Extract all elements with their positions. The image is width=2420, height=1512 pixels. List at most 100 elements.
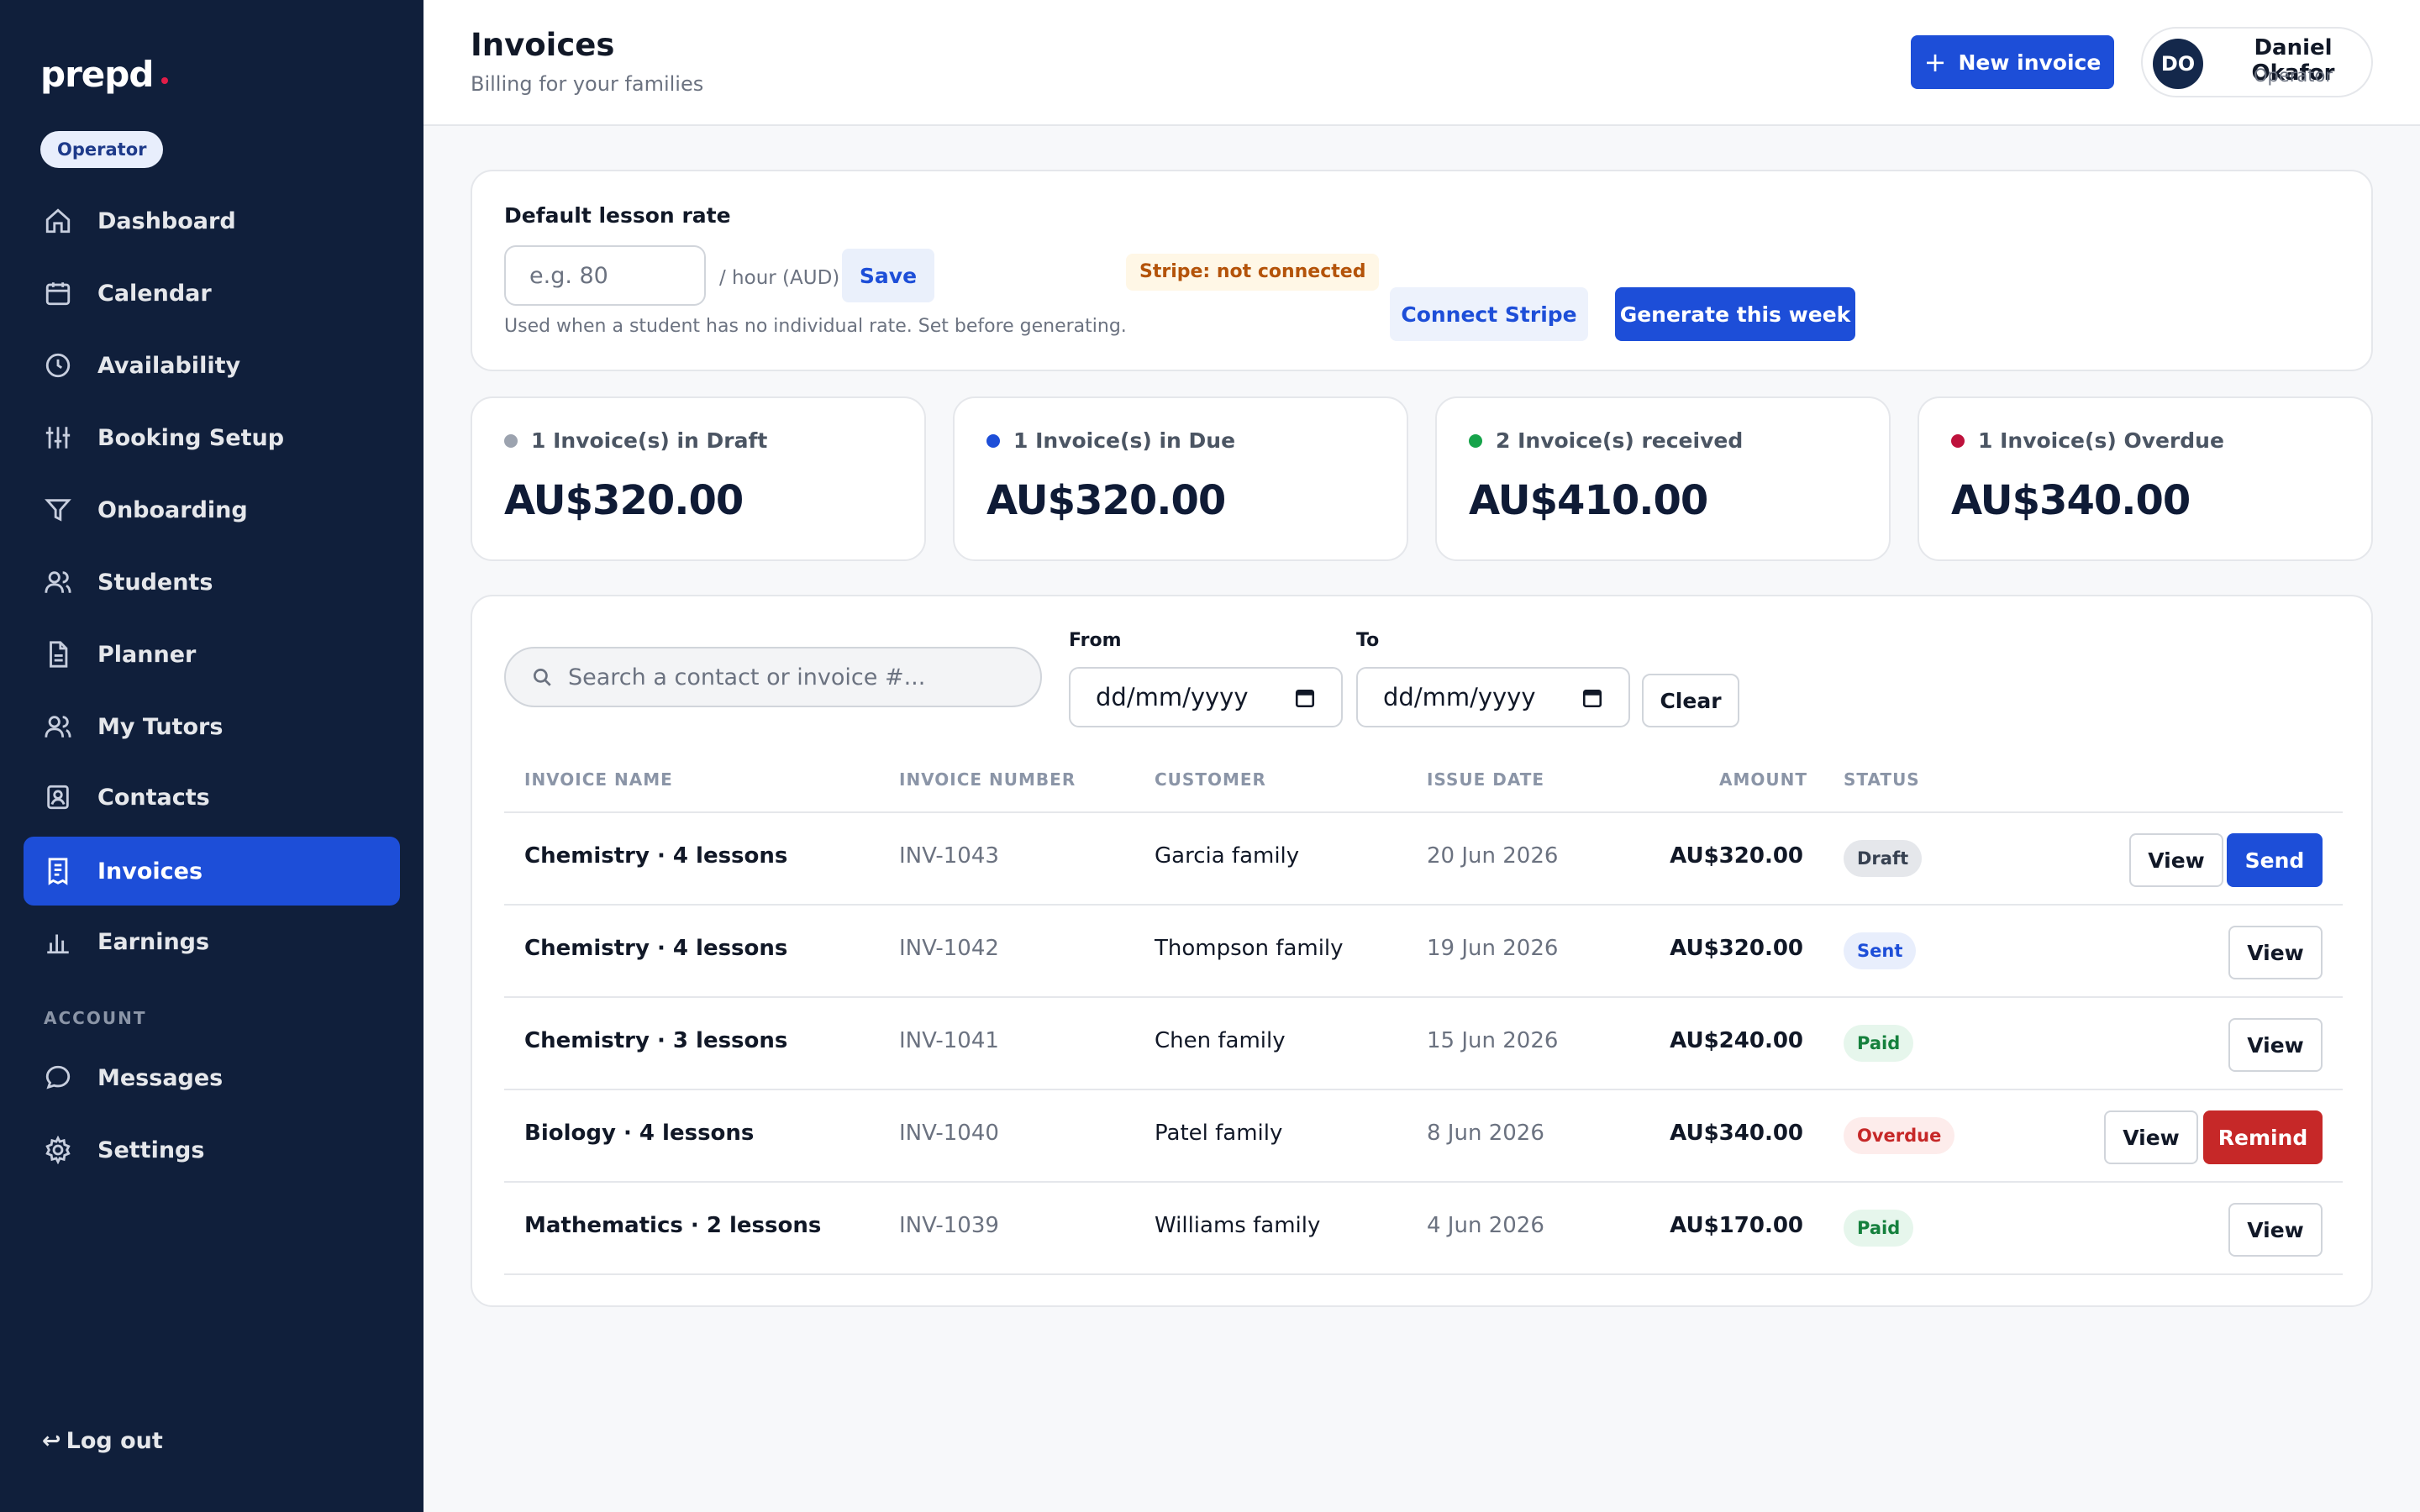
sidebar-item-booking-setup[interactable]: Booking Setup: [24, 403, 400, 472]
contact-card-icon: [44, 783, 72, 811]
sidebar-item-label: Dashboard: [97, 207, 236, 234]
sidebar-item-my-tutors[interactable]: My Tutors: [24, 692, 400, 761]
stat-label-text: 1 Invoice(s) in Due: [1013, 428, 1236, 453]
customer: Thompson family: [1155, 936, 1344, 961]
sidebar-item-invoices[interactable]: Invoices: [24, 837, 400, 906]
stat-amount: AU$340.00: [1951, 477, 2191, 524]
remind-button[interactable]: Remind: [2203, 1110, 2323, 1164]
sidebar-item-messages[interactable]: Messages: [24, 1043, 400, 1112]
status-dot: [504, 433, 518, 448]
stat-amount: AU$320.00: [986, 477, 1226, 524]
view-button[interactable]: View: [2228, 1018, 2323, 1072]
connect-stripe-button[interactable]: Connect Stripe: [1390, 287, 1588, 341]
invoice-number: INV-1042: [899, 936, 999, 961]
divider: [504, 996, 2343, 998]
sidebar-item-dashboard[interactable]: Dashboard: [24, 186, 400, 255]
amount: AU$320.00: [1670, 936, 1803, 961]
sidebar-item-label: Settings: [97, 1137, 205, 1163]
to-label: To: [1356, 630, 1380, 651]
generate-week-button[interactable]: Generate this week: [1615, 287, 1855, 341]
save-rate-button[interactable]: Save: [842, 249, 934, 302]
search-box[interactable]: [504, 647, 1042, 707]
clear-filters-button[interactable]: Clear: [1642, 674, 1739, 727]
sidebar-item-availability[interactable]: Availability: [24, 331, 400, 400]
send-button[interactable]: Send: [2227, 833, 2323, 887]
rate-input[interactable]: [504, 245, 706, 306]
sidebar-item-label: Availability: [97, 352, 241, 379]
customer: Garcia family: [1155, 843, 1300, 869]
issue-date: 15 Jun 2026: [1427, 1028, 1559, 1053]
sidebar-item-onboarding[interactable]: Onboarding: [24, 475, 400, 544]
stat-label-text: 2 Invoice(s) received: [1496, 428, 1744, 453]
logout-button[interactable]: ↩ Log out: [42, 1428, 163, 1454]
message-icon: [44, 1063, 72, 1092]
from-date-value: dd/mm/yyyy: [1096, 683, 1249, 711]
sidebar-item-calendar[interactable]: Calendar: [24, 259, 400, 328]
stat-card-overdue: 1 Invoice(s) Overdue AU$340.00: [1918, 396, 2373, 561]
invoice-number: INV-1039: [899, 1213, 999, 1238]
role-badge: Operator: [40, 131, 164, 168]
sidebar-item-planner[interactable]: Planner: [24, 620, 400, 689]
stat-label: 1 Invoice(s) Overdue: [1951, 428, 2224, 453]
column-header-status: STATUS: [1844, 769, 1920, 790]
avatar: DO: [2153, 39, 2203, 89]
rate-title: Default lesson rate: [504, 203, 731, 228]
to-date-input[interactable]: dd/mm/yyyy: [1356, 667, 1630, 727]
sidebar-item-contacts[interactable]: Contacts: [24, 763, 400, 832]
logout-arrow-icon: ↩: [42, 1428, 61, 1454]
issue-date: 19 Jun 2026: [1427, 936, 1559, 961]
sidebar-item-label: Earnings: [97, 928, 210, 955]
logout-label: Log out: [66, 1428, 163, 1454]
invoice-name: Mathematics · 2 lessons: [524, 1213, 822, 1238]
customer: Patel family: [1155, 1121, 1283, 1146]
sliders-icon: [44, 423, 72, 452]
document-icon: [44, 640, 72, 669]
stat-label-text: 1 Invoice(s) in Draft: [531, 428, 768, 453]
user-role: Operator: [2254, 66, 2333, 86]
stripe-status-badge: Stripe: not connected: [1126, 254, 1380, 291]
new-invoice-button[interactable]: + New invoice: [1911, 35, 2114, 89]
from-label: From: [1069, 630, 1122, 651]
sidebar-item-settings[interactable]: Settings: [24, 1116, 400, 1184]
stat-label: 2 Invoice(s) received: [1469, 428, 1743, 453]
issue-date: 8 Jun 2026: [1427, 1121, 1544, 1146]
to-date-value: dd/mm/yyyy: [1383, 683, 1536, 711]
user-menu[interactable]: DO Daniel Okafor Operator: [2141, 27, 2373, 97]
status-badge: Sent: [1844, 932, 1917, 969]
view-button[interactable]: View: [2228, 1203, 2323, 1257]
brand-logo-dot: [161, 77, 168, 84]
search-input[interactable]: [568, 664, 1039, 690]
view-button[interactable]: View: [2129, 833, 2223, 887]
page-title: Invoices: [471, 27, 615, 63]
users-icon: [44, 568, 72, 596]
new-invoice-label: New invoice: [1958, 50, 2102, 75]
calendar-icon[interactable]: [1581, 687, 1603, 709]
from-date-input[interactable]: dd/mm/yyyy: [1069, 667, 1343, 727]
stat-card-draft: 1 Invoice(s) in Draft AU$320.00: [471, 396, 926, 561]
amount: AU$340.00: [1670, 1121, 1803, 1146]
bar-chart-icon: [44, 927, 72, 956]
invoice-number: INV-1040: [899, 1121, 999, 1146]
sidebar-item-earnings[interactable]: Earnings: [24, 907, 400, 976]
sidebar-item-label: Booking Setup: [97, 424, 285, 451]
invoices-table-card: From dd/mm/yyyy To dd/mm/yyyy Clear INVO…: [471, 595, 2373, 1307]
column-header-issue-date: ISSUE DATE: [1427, 769, 1545, 790]
status-dot: [1469, 433, 1482, 448]
view-button[interactable]: View: [2104, 1110, 2198, 1164]
calendar-icon[interactable]: [1294, 687, 1316, 709]
page-header: Invoices Billing for your families + New…: [424, 0, 2420, 126]
stat-label: 1 Invoice(s) in Draft: [504, 428, 767, 453]
view-button[interactable]: View: [2228, 926, 2323, 979]
status-badge: Paid: [1844, 1025, 1914, 1062]
rate-help-text: Used when a student has no individual ra…: [504, 316, 1127, 337]
sidebar-item-students[interactable]: Students: [24, 548, 400, 617]
invoice-name: Biology · 4 lessons: [524, 1121, 755, 1146]
invoice-name: Chemistry · 4 lessons: [524, 936, 788, 961]
customer: Williams family: [1155, 1213, 1321, 1238]
sidebar-item-label: Contacts: [97, 784, 210, 811]
sidebar-item-label: Calendar: [97, 280, 212, 307]
invoice-number: INV-1043: [899, 843, 999, 869]
divider: [504, 1181, 2343, 1183]
divider: [504, 1273, 2343, 1275]
sidebar-item-label: Onboarding: [97, 496, 248, 523]
